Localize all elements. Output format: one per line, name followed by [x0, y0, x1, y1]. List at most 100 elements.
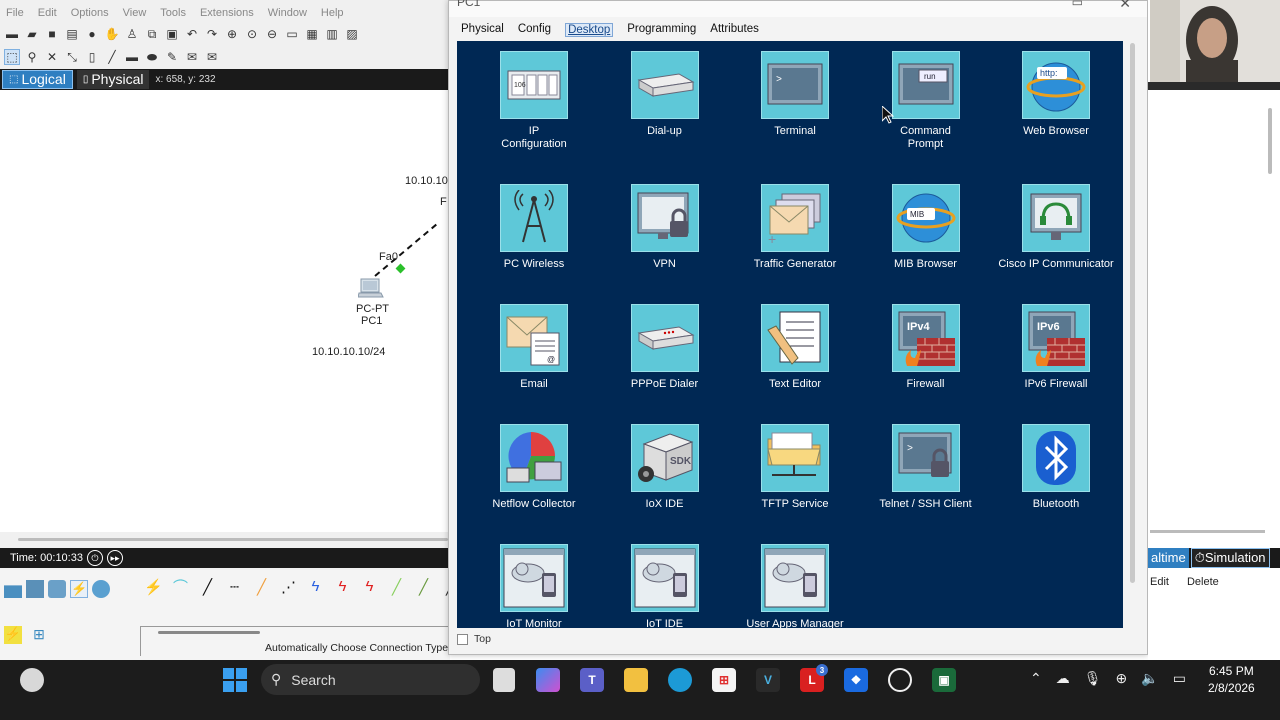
- redo-icon[interactable]: ↷: [204, 26, 220, 42]
- desktop-app-pppoe-dialer[interactable]: PPPoE Dialer: [600, 304, 730, 391]
- network-devices-icon[interactable]: [4, 585, 22, 598]
- desktop-app-ipv6-firewall[interactable]: IPv6 IPv6 Firewall: [991, 304, 1121, 391]
- simulation-mode-button[interactable]: ⏱Simulation: [1190, 548, 1270, 568]
- desktop-app-iox-ide[interactable]: SDK IoX IDE: [600, 424, 730, 511]
- phone-cable-icon[interactable]: ⋰: [278, 576, 299, 597]
- desktop-app-text-editor[interactable]: Text Editor: [730, 304, 860, 391]
- taskbar-clock[interactable]: 6:45 PM 2/8/2026: [1208, 663, 1255, 697]
- menu-file[interactable]: File: [6, 4, 24, 22]
- connections-icon[interactable]: ⚡: [70, 580, 88, 598]
- freeform-icon[interactable]: ✎: [164, 49, 180, 65]
- copper-cross-icon[interactable]: ┄: [224, 576, 245, 597]
- desktop-app-telnet-ssh-client[interactable]: > Telnet / SSH Client: [861, 424, 991, 511]
- start-button-icon[interactable]: [223, 668, 247, 692]
- coaxial-icon[interactable]: ϟ: [305, 576, 326, 597]
- desktop-app-user-apps-manager[interactable]: User Apps Manager: [730, 544, 860, 628]
- menu-window[interactable]: Window: [268, 4, 307, 22]
- inspect-icon[interactable]: ⚲: [24, 49, 40, 65]
- fast-forward-icon[interactable]: ▸▸: [106, 550, 123, 566]
- obs-icon[interactable]: [888, 668, 912, 692]
- desktop-app-iot-monitor[interactable]: IoT Monitor: [469, 544, 599, 628]
- desktop-app-terminal[interactable]: > Terminal: [730, 51, 860, 138]
- menu-options[interactable]: Options: [71, 4, 109, 22]
- desktop-app-iot-ide[interactable]: IoT IDE: [600, 544, 730, 628]
- cluster-icon[interactable]: ▥: [324, 26, 340, 42]
- serial-dte-icon[interactable]: ϟ: [359, 576, 380, 597]
- top-checkbox[interactable]: [457, 633, 468, 645]
- end-devices-icon[interactable]: [26, 580, 44, 598]
- delete-button[interactable]: Delete: [1187, 576, 1219, 588]
- pc-device-icon[interactable]: [357, 278, 384, 300]
- misc-icon[interactable]: [92, 580, 110, 598]
- volume-icon[interactable]: 🔈: [1141, 670, 1158, 687]
- desktop-app-vpn[interactable]: VPN: [600, 184, 730, 271]
- select-icon[interactable]: ⬚: [4, 49, 20, 65]
- microphone-icon[interactable]: 🎙: [1084, 670, 1102, 687]
- tab-logical[interactable]: ⬚ Logical: [2, 70, 73, 89]
- desktop-app-tftp-service[interactable]: TFTP Service: [730, 424, 860, 511]
- taskbar-search-box[interactable]: ⚲ Search: [261, 664, 480, 695]
- fiber-icon[interactable]: ╱: [251, 576, 272, 597]
- tab-attributes[interactable]: Attributes: [710, 23, 759, 37]
- desktop-app-netflow-collector[interactable]: Netflow Collector: [469, 424, 599, 511]
- weather-widget-icon[interactable]: [20, 668, 44, 692]
- network-icon[interactable]: ⊕: [1116, 670, 1128, 687]
- octal-cable-icon[interactable]: ╱: [386, 576, 407, 597]
- grid-subcategory-icon[interactable]: ⊞: [30, 626, 48, 644]
- resize-icon[interactable]: ⤡: [64, 49, 80, 65]
- drawing-palette-icon[interactable]: ▭: [284, 26, 300, 42]
- workspace-horizontal-scrollbar[interactable]: [18, 538, 448, 541]
- draw-line-icon[interactable]: ╱: [104, 49, 120, 65]
- zoom-out-icon[interactable]: ⊖: [264, 26, 280, 42]
- delete-icon[interactable]: ✕: [44, 49, 60, 65]
- right-horizontal-scrollbar[interactable]: [1150, 530, 1265, 533]
- print-icon[interactable]: ▤: [64, 26, 80, 42]
- add-complex-pdu-icon[interactable]: ✉: [204, 49, 220, 65]
- components-icon[interactable]: [48, 580, 66, 598]
- device-scrollbar[interactable]: [158, 631, 260, 634]
- console-cable-icon[interactable]: ⌒: [170, 576, 191, 597]
- desktop-app-cisco-ip-communicator[interactable]: Cisco IP Communicator: [991, 184, 1121, 271]
- copilot-icon[interactable]: [536, 668, 560, 692]
- menu-tools[interactable]: Tools: [160, 4, 186, 22]
- draw-rectangle-icon[interactable]: ▬: [124, 49, 140, 65]
- serial-dce-icon[interactable]: ϟ: [332, 576, 353, 597]
- l-app-icon[interactable]: L3: [800, 664, 828, 692]
- network-wizard-icon[interactable]: ✋: [104, 26, 120, 42]
- dropbox-icon[interactable]: ❖: [844, 668, 868, 692]
- power-cycle-icon[interactable]: ⏻: [86, 550, 103, 566]
- realtime-mode-button[interactable]: altime: [1148, 548, 1189, 568]
- close-icon[interactable]: ✕: [1119, 0, 1131, 12]
- packet-tracer-taskbar-icon[interactable]: ▣: [932, 668, 956, 692]
- edge-browser-icon[interactable]: [668, 668, 692, 692]
- desktop-app-email[interactable]: @ Email: [469, 304, 599, 391]
- onedrive-icon[interactable]: ☁: [1056, 670, 1070, 687]
- open-folder-icon[interactable]: ▰: [24, 26, 40, 42]
- copy-icon[interactable]: ⧉: [144, 26, 160, 42]
- lightning-subcategory-icon[interactable]: ⚡: [4, 626, 22, 644]
- picture-icon[interactable]: ▨: [344, 26, 360, 42]
- menu-view[interactable]: View: [123, 4, 147, 22]
- auto-connection-icon[interactable]: ⚡: [143, 576, 164, 597]
- task-view-icon[interactable]: [493, 668, 515, 692]
- desktop-vertical-scrollbar[interactable]: [1130, 43, 1135, 583]
- menu-edit[interactable]: Edit: [38, 4, 57, 22]
- note-icon[interactable]: ▯: [84, 49, 100, 65]
- right-vertical-scrollbar[interactable]: [1268, 108, 1272, 174]
- draw-ellipse-icon[interactable]: ⬬: [144, 49, 160, 65]
- vs-code-icon[interactable]: V: [756, 668, 780, 692]
- desktop-app-dial-up[interactable]: Dial-up: [600, 51, 730, 138]
- file-explorer-icon[interactable]: [624, 668, 648, 692]
- edit-button[interactable]: Edit: [1150, 576, 1169, 588]
- paste-icon[interactable]: ▣: [164, 26, 180, 42]
- undo-icon[interactable]: ↶: [184, 26, 200, 42]
- chevron-up-icon[interactable]: ⌃: [1030, 670, 1042, 687]
- desktop-app-traffic-generator[interactable]: + Traffic Generator: [730, 184, 860, 271]
- new-file-icon[interactable]: ▬: [4, 26, 20, 42]
- desktop-app-bluetooth[interactable]: Bluetooth: [991, 424, 1121, 511]
- custom-devices-dialog-icon[interactable]: ▦: [304, 26, 320, 42]
- tab-physical-device[interactable]: Physical: [461, 23, 504, 37]
- tab-desktop[interactable]: Desktop: [565, 23, 614, 37]
- tab-config[interactable]: Config: [518, 23, 551, 37]
- desktop-app-ip-configuration[interactable]: 106 IP Configuration: [469, 51, 599, 151]
